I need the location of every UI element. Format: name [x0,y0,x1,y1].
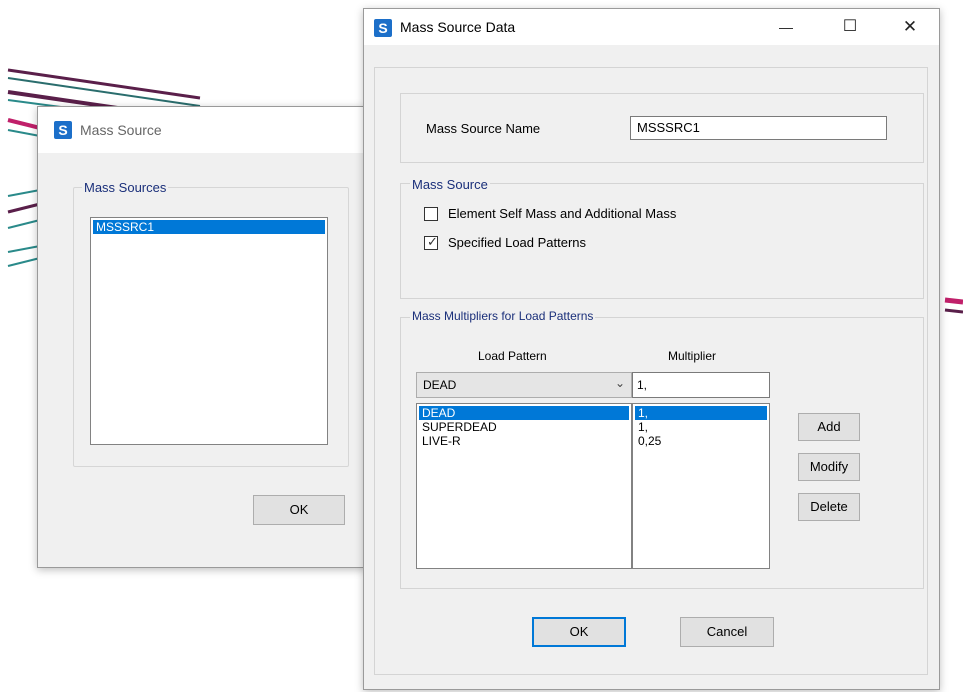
ok-button[interactable]: OK [532,617,626,647]
app-s-icon: S [54,121,72,139]
mass-source-name-label: Mass Source Name [426,121,541,136]
load-pattern-rows: DEAD SUPERDEAD LIVE-R [417,404,631,448]
mass-source-data-dialog: S Mass Source Data — ☐ ✕ Mass Source Nam… [363,8,940,690]
check-icon: ✓ [427,234,438,249]
chevron-down-icon: ⌄ [614,376,625,390]
mass-multipliers-group-title: Mass Multipliers for Load Patterns [410,309,596,323]
load-pattern-dropdown-value: DEAD [423,378,457,392]
mass-source-name-input[interactable]: MSSSRC1 [630,116,887,140]
element-self-mass-checkbox[interactable] [424,207,438,221]
element-self-mass-label: Element Self Mass and Additional Mass [448,206,677,221]
load-pattern-row[interactable]: DEAD [419,406,629,420]
load-pattern-row[interactable]: SUPERDEAD [419,420,629,434]
cancel-button[interactable]: Cancel [680,617,774,647]
dialog-titlebar: S Mass Source Data — ☐ ✕ [364,9,939,45]
mass-sources-group-title: Mass Sources [82,180,169,195]
multiplier-list[interactable]: 1, 1, 0,25 [632,403,770,569]
multiplier-row[interactable]: 1, [635,406,767,420]
window-title: Mass Source [80,122,162,138]
multiplier-column-header: Multiplier [668,349,717,363]
load-pattern-list[interactable]: DEAD SUPERDEAD LIVE-R [416,403,632,569]
mass-source-titlebar: S Mass Source [38,107,366,153]
dialog-title: Mass Source Data [400,19,516,35]
multiplier-row[interactable]: 0,25 [635,434,767,448]
minimize-icon[interactable]: — [763,9,809,45]
modify-button[interactable]: Modify [798,453,860,481]
mass-source-group-title: Mass Source [410,177,490,192]
multiplier-rows: 1, 1, 0,25 [633,404,769,448]
load-pattern-row[interactable]: LIVE-R [419,434,629,448]
multiplier-row[interactable]: 1, [635,420,767,434]
maximize-icon[interactable]: ☐ [827,9,873,45]
ok-button[interactable]: OK [253,495,345,525]
specified-load-patterns-label: Specified Load Patterns [448,235,587,250]
close-icon[interactable]: ✕ [887,9,933,45]
specified-load-patterns-checkbox[interactable]: ✓ [424,234,438,250]
load-pattern-column-header: Load Pattern [478,349,547,363]
mass-sources-list[interactable]: MSSSRC1 [90,217,328,445]
load-pattern-dropdown[interactable]: DEAD ⌄ [416,372,632,398]
add-button[interactable]: Add [798,413,860,441]
multiplier-input[interactable]: 1, [632,372,770,398]
app-s-icon: S [374,19,392,37]
list-item[interactable]: MSSSRC1 [93,220,325,234]
mass-source-window: S Mass Source Mass Sources MSSSRC1 OK [37,106,367,568]
delete-button[interactable]: Delete [798,493,860,521]
